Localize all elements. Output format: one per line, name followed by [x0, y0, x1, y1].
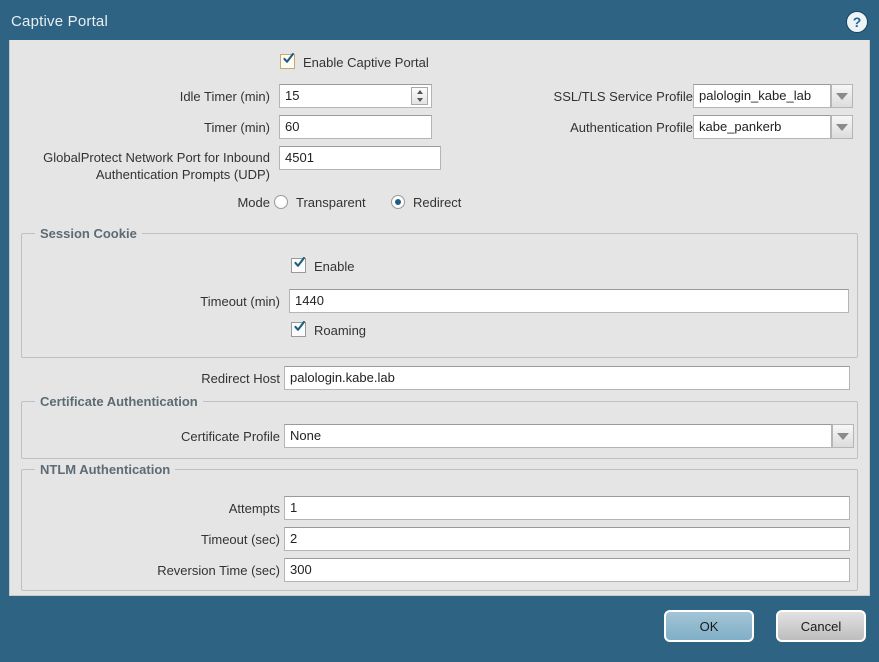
timer-label: Timer (min): [70, 120, 270, 136]
ntlm-attempts-label: Attempts: [80, 501, 280, 517]
session-cookie-group-title: Session Cookie: [35, 226, 142, 241]
enable-captive-portal-label: Enable Captive Portal: [303, 55, 429, 70]
help-circle-icon[interactable]: ?: [846, 11, 868, 33]
mode-radio-redirect-label: Redirect: [413, 196, 461, 210]
dialog-titlebar: Captive Portal ?: [0, 4, 879, 40]
session-cookie-enable-label: Enable: [314, 259, 354, 274]
redirect-host-label: Redirect Host: [80, 371, 280, 387]
idle-timer-label: Idle Timer (min): [70, 89, 270, 105]
globalprotect-port-label-line1: GlobalProtect Network Port for Inbound: [18, 150, 270, 166]
idle-timer-input[interactable]: 15: [279, 84, 432, 108]
session-cookie-roaming-label: Roaming: [314, 323, 366, 338]
checkmark-icon: [293, 320, 306, 333]
ntlm-attempts-input[interactable]: 1: [284, 496, 850, 520]
certificate-profile-label: Certificate Profile: [80, 429, 280, 445]
session-cookie-enable-checkbox[interactable]: [291, 258, 306, 273]
authentication-profile-input[interactable]: kabe_pankerb: [693, 115, 831, 139]
checkmark-icon: [282, 52, 295, 65]
globalprotect-port-input[interactable]: 4501: [279, 146, 441, 170]
authentication-profile-label: Authentication Profile: [490, 120, 693, 136]
cancel-button[interactable]: Cancel: [776, 610, 866, 642]
ntlm-authentication-group-title: NTLM Authentication: [35, 462, 175, 477]
certificate-profile-dropdown-icon[interactable]: [832, 424, 854, 448]
ssl-tls-service-profile-input[interactable]: palologin_kabe_lab: [693, 84, 831, 108]
ssl-tls-service-profile-label: SSL/TLS Service Profile: [490, 89, 693, 105]
certificate-profile-input[interactable]: None: [284, 424, 832, 448]
session-cookie-timeout-input[interactable]: 1440: [289, 289, 849, 313]
checkmark-icon: [293, 256, 306, 269]
page-title: Captive Portal: [11, 13, 108, 30]
session-cookie-roaming-checkbox[interactable]: [291, 322, 306, 337]
ntlm-timeout-input[interactable]: 2: [284, 527, 850, 551]
certificate-authentication-group-title: Certificate Authentication: [35, 394, 203, 409]
globalprotect-port-label-line2: Authentication Prompts (UDP): [18, 167, 270, 183]
dialog-footer: OK Cancel: [0, 596, 879, 662]
timer-input[interactable]: 60: [279, 115, 432, 139]
ntlm-reversion-time-input[interactable]: 300: [284, 558, 850, 582]
redirect-host-input[interactable]: palologin.kabe.lab: [284, 366, 850, 390]
mode-radio-transparent[interactable]: [274, 195, 288, 209]
ok-button[interactable]: OK: [664, 610, 754, 642]
dialog-body: Enable Captive Portal Idle Timer (min) 1…: [9, 40, 870, 596]
mode-radio-redirect[interactable]: [391, 195, 405, 209]
mode-label: Mode: [160, 195, 270, 211]
session-cookie-timeout-label: Timeout (min): [80, 294, 280, 310]
authentication-profile-dropdown-icon[interactable]: [831, 115, 853, 139]
enable-captive-portal-checkbox[interactable]: [280, 54, 295, 69]
captive-portal-dialog: Captive Portal ? Enable Captive Portal I…: [0, 0, 879, 662]
idle-timer-stepper[interactable]: [411, 87, 428, 105]
ssl-tls-service-profile-dropdown-icon[interactable]: [831, 84, 853, 108]
ntlm-reversion-time-label: Reversion Time (sec): [80, 563, 280, 579]
mode-radio-transparent-label: Transparent: [296, 196, 366, 210]
ntlm-timeout-label: Timeout (sec): [80, 532, 280, 548]
